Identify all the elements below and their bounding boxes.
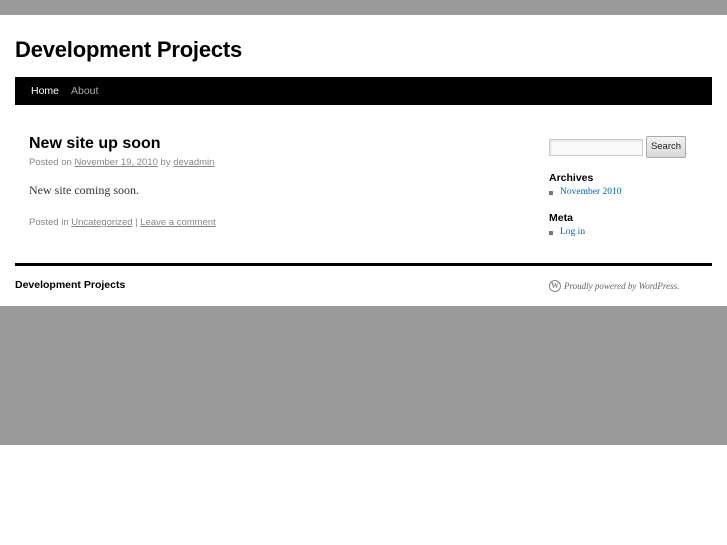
list-item: November 2010: [549, 187, 621, 197]
nav-item-home[interactable]: Home: [31, 85, 59, 97]
page-wrapper: Development Projects Home About New site…: [0, 15, 727, 306]
post-content: New site coming soon.: [29, 183, 139, 197]
entry-meta: Posted on November 19, 2010 by devadmin: [29, 157, 214, 168]
category-link[interactable]: Uncategorized: [71, 217, 132, 228]
search-input[interactable]: [549, 139, 643, 156]
posted-in-label: Posted in: [29, 217, 69, 228]
footer-divider: [15, 263, 712, 266]
search-button[interactable]: Search: [646, 136, 686, 158]
nav-item-about[interactable]: About: [71, 85, 98, 97]
archive-link-november-2010[interactable]: November 2010: [560, 187, 621, 197]
author-link[interactable]: devadmin: [173, 157, 214, 168]
wordpress-credit-link[interactable]: W Proudly powered by WordPress.: [549, 280, 679, 292]
by-label: by: [160, 157, 171, 168]
wordpress-icon: W: [549, 280, 561, 292]
meta-list: Log in: [549, 227, 585, 237]
archives-widget-title: Archives: [549, 172, 594, 184]
main-navigation: Home About: [15, 77, 712, 105]
list-item: Log in: [549, 227, 585, 237]
site-title[interactable]: Development Projects: [15, 37, 242, 63]
archives-list: November 2010: [549, 187, 621, 197]
meta-widget-title: Meta: [549, 212, 573, 224]
footer-site-title[interactable]: Development Projects: [15, 279, 125, 291]
leave-comment-link[interactable]: Leave a comment: [140, 217, 216, 228]
separator: |: [135, 217, 138, 228]
top-background-band: [0, 0, 727, 15]
post-title[interactable]: New site up soon: [29, 135, 161, 153]
posted-on-label: Posted on: [29, 157, 72, 168]
entry-utility: Posted in Uncategorized | Leave a commen…: [29, 217, 216, 228]
bottom-background-band: [0, 306, 727, 445]
post-date-link[interactable]: November 19, 2010: [74, 157, 157, 168]
credit-text: Proudly powered by WordPress.: [564, 281, 680, 291]
login-link[interactable]: Log in: [560, 227, 585, 237]
